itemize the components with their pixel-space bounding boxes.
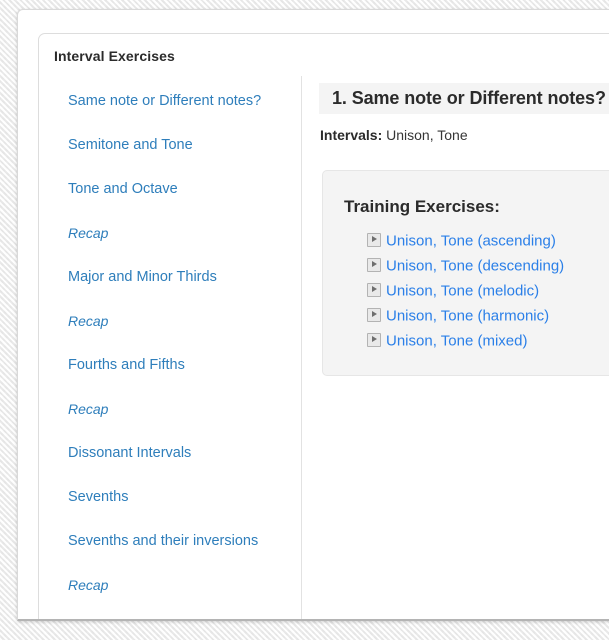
main-content: 1. Same note or Different notes? Interva… [303, 76, 609, 621]
intervals-value: Unison, Tone [386, 127, 467, 143]
content-panel: Interval Exercises Same note or Differen… [38, 33, 609, 621]
sidebar-item-7[interactable]: Recap [39, 387, 301, 431]
browser-window: Interval Exercises Same note or Differen… [17, 9, 609, 621]
sidebar-nav: Same note or Different notes?Semitone an… [39, 76, 302, 621]
sidebar-item-10[interactable]: Sevenths and their inversions [39, 519, 301, 563]
sidebar-item-4[interactable]: Major and Minor Thirds [39, 255, 301, 299]
exercise-row: Unison, Tone (descending) [367, 253, 564, 278]
page-title: Interval Exercises [54, 48, 175, 64]
intervals-line: Intervals: Unison, Tone [320, 127, 468, 143]
training-exercises-title: Training Exercises: [344, 197, 500, 217]
exercise-link-3[interactable]: Unison, Tone (harmonic) [386, 307, 549, 324]
panel-body: Same note or Different notes?Semitone an… [39, 76, 609, 621]
play-icon[interactable] [367, 233, 381, 247]
sidebar-item-1[interactable]: Semitone and Tone [39, 123, 301, 167]
play-icon[interactable] [367, 283, 381, 297]
sidebar-item-3[interactable]: Recap [39, 211, 301, 255]
sidebar-item-8[interactable]: Dissonant Intervals [39, 431, 301, 475]
exercise-link-4[interactable]: Unison, Tone (mixed) [386, 332, 527, 349]
exercise-row: Unison, Tone (mixed) [367, 328, 564, 353]
exercise-row: Unison, Tone (ascending) [367, 228, 564, 253]
exercise-list: Unison, Tone (ascending) Unison, Tone (de… [367, 228, 564, 353]
exercise-row: Unison, Tone (harmonic) [367, 303, 564, 328]
article-heading: 1. Same note or Different notes? [319, 83, 609, 114]
intervals-label: Intervals: [320, 127, 382, 143]
training-exercises-card: Training Exercises: Unison, Tone (ascend… [322, 170, 609, 376]
play-icon[interactable] [367, 333, 381, 347]
play-icon[interactable] [367, 308, 381, 322]
exercise-link-0[interactable]: Unison, Tone (ascending) [386, 232, 556, 249]
play-icon[interactable] [367, 258, 381, 272]
sidebar-item-5[interactable]: Recap [39, 299, 301, 343]
sidebar-item-6[interactable]: Fourths and Fifths [39, 343, 301, 387]
sidebar-item-12[interactable]: Sixths [39, 607, 301, 621]
exercise-link-1[interactable]: Unison, Tone (descending) [386, 257, 564, 274]
sidebar-item-2[interactable]: Tone and Octave [39, 167, 301, 211]
sidebar-item-9[interactable]: Sevenths [39, 475, 301, 519]
sidebar-item-0[interactable]: Same note or Different notes? [39, 79, 301, 123]
exercise-row: Unison, Tone (melodic) [367, 278, 564, 303]
sidebar-item-11[interactable]: Recap [39, 563, 301, 607]
exercise-link-2[interactable]: Unison, Tone (melodic) [386, 282, 539, 299]
